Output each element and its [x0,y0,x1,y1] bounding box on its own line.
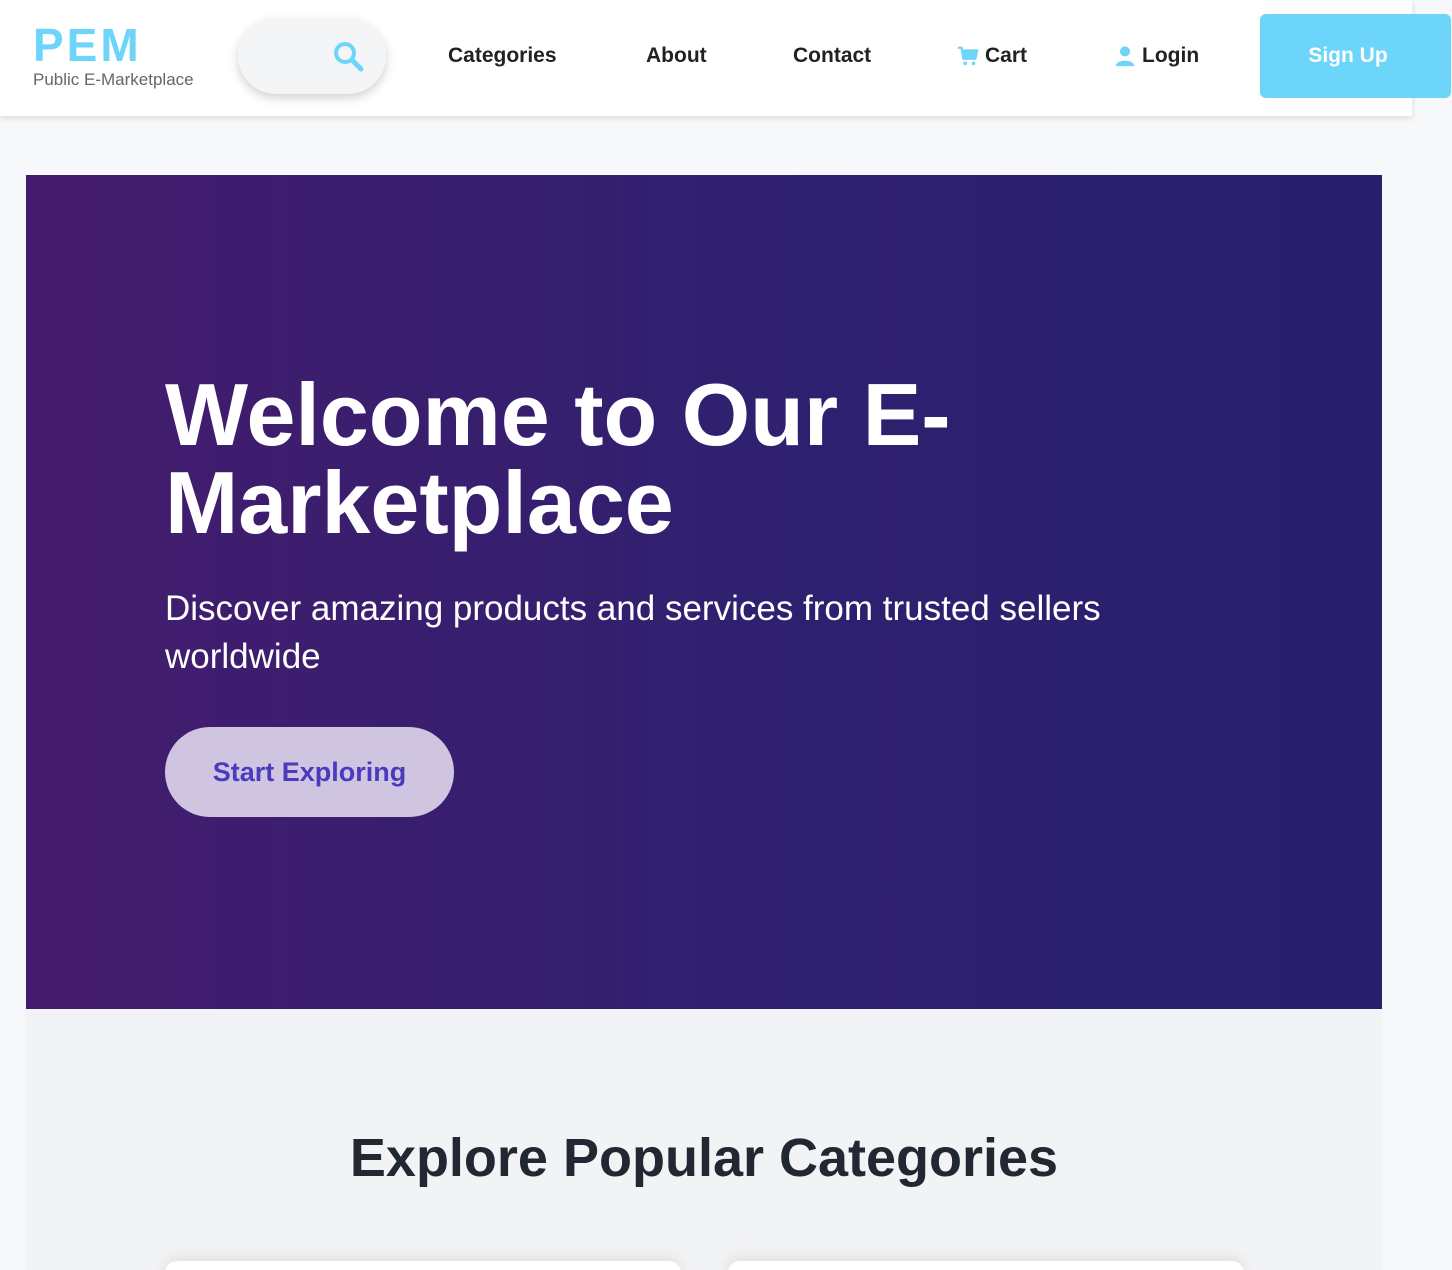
cart-icon [957,46,979,66]
nav-cart[interactable]: Cart [957,42,1027,70]
nav-contact[interactable]: Contact [793,42,871,70]
nav-categories[interactable]: Categories [448,42,557,70]
category-card[interactable] [728,1261,1244,1270]
categories-heading: Explore Popular Categories [349,1128,1059,1188]
nav-contact-label: Contact [793,44,872,67]
nav-about[interactable]: About [646,42,707,70]
search-button[interactable] [238,18,386,94]
logo[interactable]: PEM Public E-Marketplace [33,22,194,90]
nav-categories-label: Categories [448,44,557,67]
site-header: PEM Public E-Marketplace Categories Abou… [0,0,1451,116]
hero-section: Welcome to Our E-Marketplace Discover am… [26,175,1382,1009]
signup-button[interactable]: Sign Up [1260,14,1451,98]
start-exploring-button[interactable]: Start Exploring [165,727,454,817]
category-card[interactable] [165,1261,681,1270]
user-icon [1115,46,1135,67]
nav-about-label: About [646,44,707,67]
search-icon [334,42,364,72]
hero-title: Welcome to Our E-Marketplace [165,365,951,552]
nav-cart-label: Cart [985,44,1028,67]
nav-login-label: Login [1142,44,1200,67]
logo-subtitle: Public E-Marketplace [33,70,194,89]
nav-login[interactable]: Login [1114,42,1199,70]
categories-section: Explore Popular Categories [26,1009,1382,1270]
hero-subtitle: Discover amazing products and services f… [165,589,1101,676]
logo-title: PEM [33,19,142,71]
